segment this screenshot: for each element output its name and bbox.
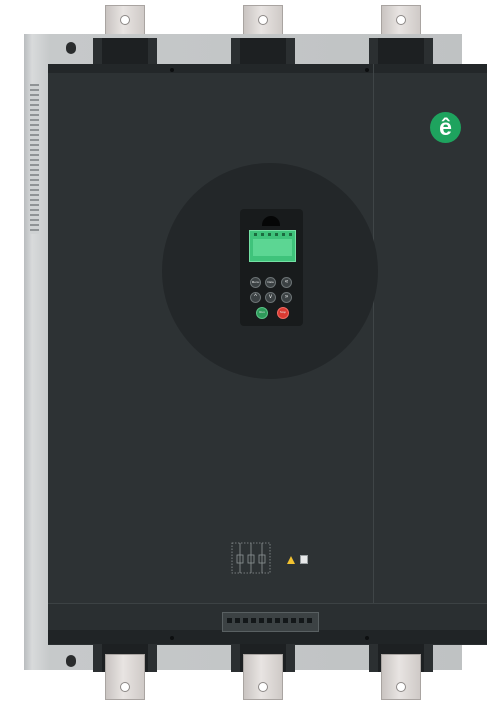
mounting-hole-bottom: [66, 655, 76, 667]
terminal-hole: [396, 15, 406, 25]
terminal-pin: [299, 618, 304, 623]
terminal-pin: [227, 618, 232, 623]
bottom-strip: [48, 630, 487, 644]
screw: [170, 68, 174, 72]
stop-reset-button[interactable]: Stop Reset: [277, 307, 289, 319]
screw: [365, 636, 369, 640]
terminal-pin: [259, 618, 264, 623]
lcd-indicator: [275, 233, 278, 236]
terminal-pin: [283, 618, 288, 623]
warning-triangle-icon: [287, 556, 295, 564]
terminal-hole: [258, 682, 268, 692]
lcd-display: [249, 230, 296, 262]
terminal-hole: [396, 682, 406, 692]
lcd-indicator: [268, 233, 271, 236]
terminal-hole: [120, 682, 130, 692]
terminal-pin: [291, 618, 296, 623]
shift-left-button[interactable]: «: [281, 277, 292, 288]
terminal-pin: [267, 618, 272, 623]
top-clamp-right: [369, 38, 433, 66]
lcd-screen: [253, 239, 292, 256]
wiring-diagram-icon: [231, 542, 271, 574]
menu-button[interactable]: Menu: [250, 277, 261, 288]
terminal-hole: [258, 15, 268, 25]
panel-seam: [373, 64, 374, 644]
shift-right-button[interactable]: »: [281, 292, 292, 303]
bottom-terminal-lug-center: [243, 654, 283, 700]
lcd-indicator: [289, 233, 292, 236]
mounting-hole-top: [66, 42, 76, 54]
terminal-pin: [275, 618, 280, 623]
down-button[interactable]: v: [265, 292, 276, 303]
terminal-pin: [307, 618, 312, 623]
screw: [170, 636, 174, 640]
side-vent: [30, 84, 39, 234]
brand-logo-icon: ê: [430, 112, 461, 143]
terminal-pin: [235, 618, 240, 623]
data-button[interactable]: Data: [265, 277, 276, 288]
logo-glyph: ê: [439, 114, 452, 140]
lcd-indicator: [254, 233, 257, 236]
terminal-pin: [251, 618, 256, 623]
control-keypad: [240, 209, 303, 326]
up-button[interactable]: ^: [250, 292, 261, 303]
bottom-terminal-lug-right: [381, 654, 421, 700]
terminal-pin: [243, 618, 248, 623]
run-button[interactable]: Run: [256, 307, 268, 319]
control-terminal-block: [222, 612, 319, 632]
manual-icon: [300, 555, 308, 564]
top-clamp-left: [93, 38, 157, 66]
top-clamp-center: [231, 38, 295, 66]
lcd-indicator: [261, 233, 264, 236]
screw: [365, 68, 369, 72]
lcd-indicator: [282, 233, 285, 236]
top-strip: [48, 64, 487, 73]
terminal-hole: [120, 15, 130, 25]
bottom-terminal-lug-left: [105, 654, 145, 700]
